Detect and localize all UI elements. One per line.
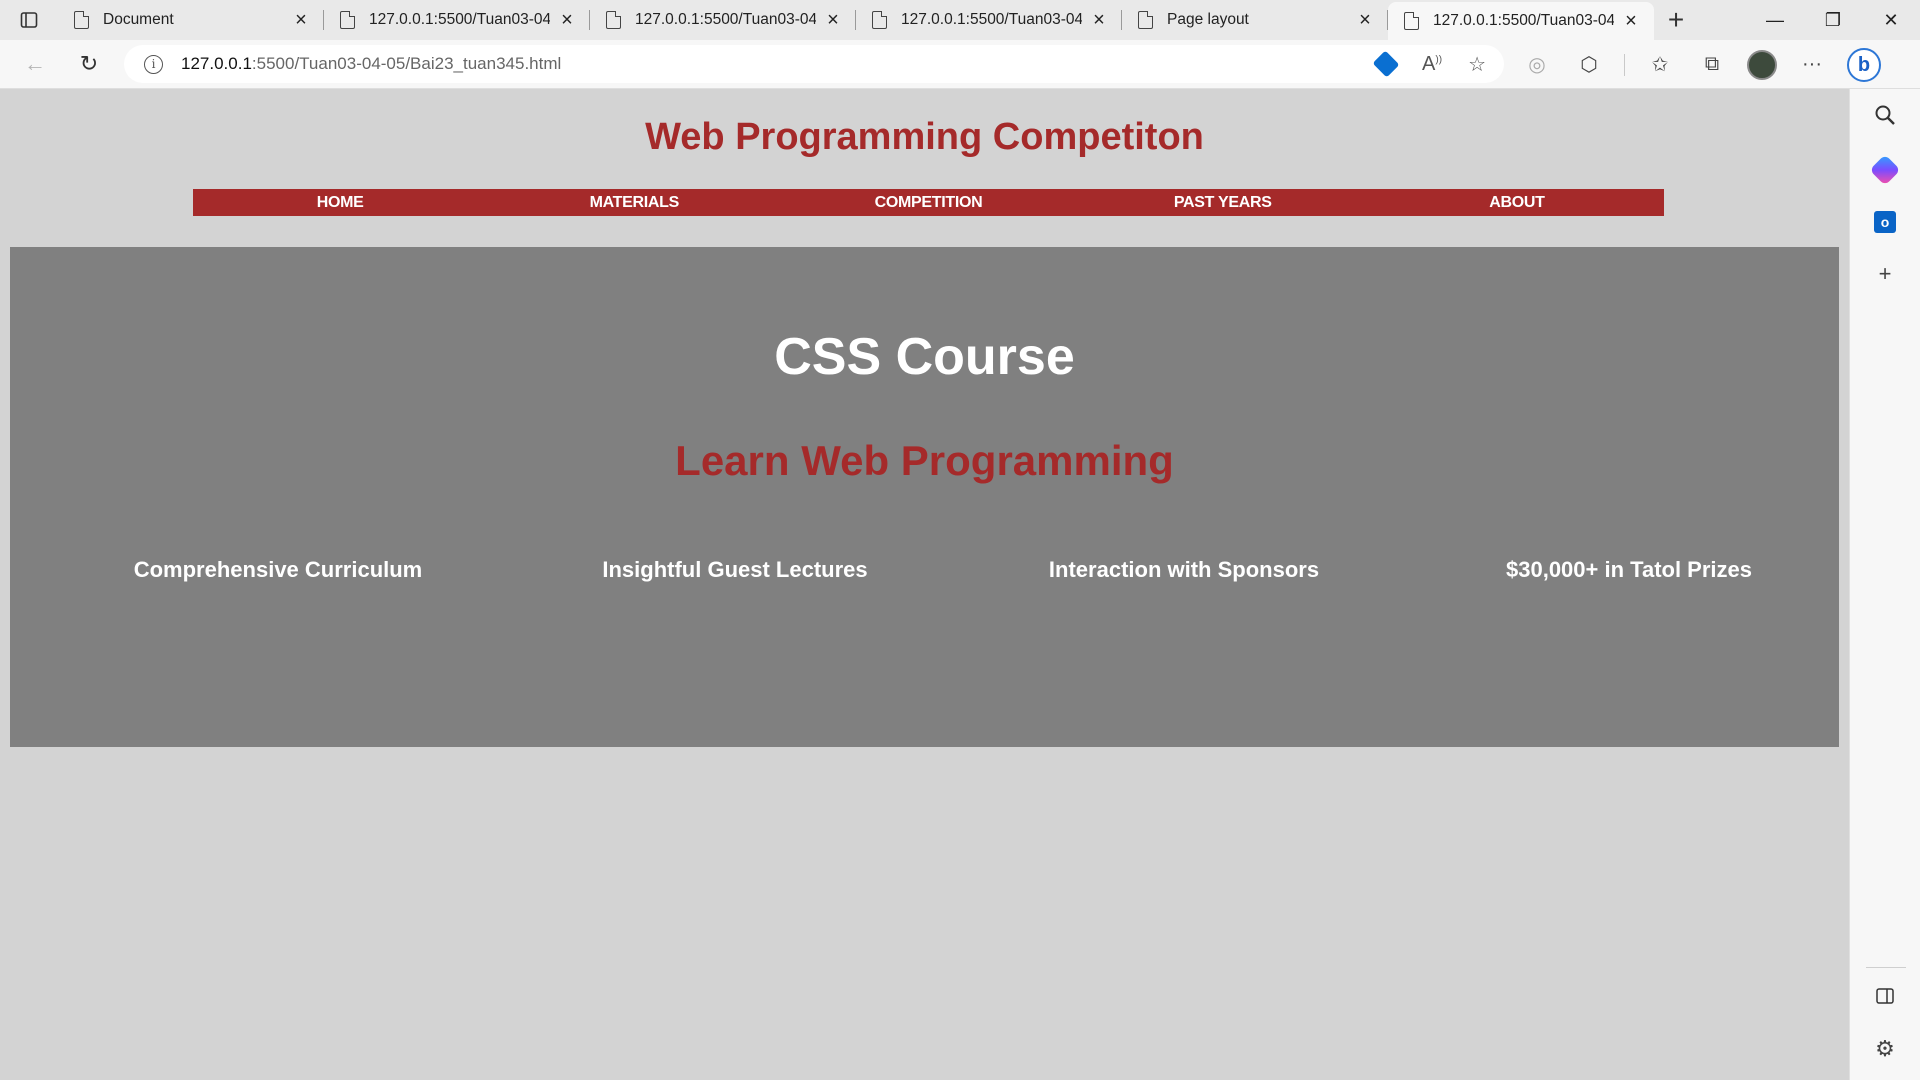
toolbar-separator [1624,53,1625,76]
toolbar-right: ◎ ⬡ ✩ ⧉ ··· b [1520,40,1881,89]
search-icon[interactable] [1870,104,1900,134]
browser-tab[interactable]: 127.0.0.1:5500/Tuan03-04-05 × [324,0,590,40]
browser-tab-active[interactable]: 127.0.0.1:5500/Tuan03-04-05 × [1388,2,1654,40]
address-bar[interactable]: i 127.0.0.1 :5500/Tuan03-04-05/Bai23_tua… [124,45,1504,83]
close-icon[interactable]: × [292,9,310,32]
tab-actions-button[interactable] [0,0,58,40]
close-icon[interactable]: × [1622,10,1640,33]
tab-title: 127.0.0.1:5500/Tuan03-04-05 [1433,12,1614,29]
window-controls: — ❐ ✕ [1746,0,1920,40]
info-icon[interactable]: i [144,54,163,74]
nav-item-home[interactable]: HOME [193,189,487,216]
feature-item: Comprehensive Curriculum [133,557,423,582]
page-viewport: Web Programming Competiton HOME MATERIAL… [0,89,1849,1080]
browser-tab[interactable]: Document × [58,0,324,40]
back-arrow-icon: ← [24,51,46,76]
sidebar-divider [1866,967,1906,968]
feature-item: Insightful Guest Lectures [602,557,868,582]
main-nav: HOME MATERIALS COMPETITION PAST YEARS AB… [193,189,1664,216]
hero-title: CSS Course [774,328,1075,386]
tab-strip: Document × 127.0.0.1:5500/Tuan03-04-05 ×… [0,0,1920,40]
browser-tab[interactable]: 127.0.0.1:5500/Tuan03-04-05 × [856,0,1122,40]
copilot-icon[interactable] [1869,154,1901,186]
settings-icon[interactable]: ⚙ [1870,1034,1900,1064]
url-host: 127.0.0.1 [181,54,252,73]
bing-copilot-icon[interactable]: b [1847,47,1881,82]
page-icon [340,11,355,29]
hero-subtitle: Learn Web Programming [675,437,1174,484]
new-tab-button[interactable]: + [1654,0,1698,40]
favorites-icon[interactable]: ✩ [1643,52,1677,77]
browser-essentials-icon[interactable]: ◎ [1520,52,1554,77]
page-icon [74,11,89,29]
sidebar-toggle-icon[interactable] [1870,982,1900,1012]
close-icon[interactable]: × [1356,9,1374,32]
close-icon[interactable]: × [1090,9,1108,32]
page-icon [1138,11,1153,29]
browser-tab[interactable]: 127.0.0.1:5500/Tuan03-04-05 × [590,0,856,40]
close-icon[interactable]: × [824,9,842,32]
add-favorite-icon[interactable]: ☆ [1468,52,1486,77]
refresh-button[interactable]: ↻ [66,44,112,84]
extensions-icon[interactable]: ⬡ [1572,52,1606,77]
address-bar-actions: A)) ☆ [1372,50,1504,78]
add-icon[interactable]: + [1870,259,1900,289]
browser-sidebar: o + ⚙ [1849,89,1920,1080]
tab-title: 127.0.0.1:5500/Tuan03-04-05 [635,11,816,28]
browser-toolbar: ← ↻ i 127.0.0.1 :5500/Tuan03-04-05/Bai23… [0,40,1920,89]
feature-item: $30,000+ in Tatol Prizes [1506,557,1752,582]
minimize-button[interactable]: — [1746,0,1804,40]
page-icon [872,11,887,29]
features-row: Comprehensive Curriculum Insightful Gues… [10,557,1839,597]
profile-avatar[interactable] [1747,49,1777,80]
nav-item-materials[interactable]: MATERIALS [487,189,781,216]
feature-item: Interaction with Sponsors [1048,557,1320,582]
tab-title: Document [103,11,174,28]
outlook-icon[interactable]: o [1870,207,1900,237]
nav-item-past-years[interactable]: PAST YEARS [1076,189,1370,216]
more-options-icon[interactable]: ··· [1795,53,1829,76]
read-aloud-icon[interactable]: A)) [1422,53,1442,76]
refresh-icon: ↻ [79,51,99,76]
tab-actions-icon [20,12,38,28]
page-title: Web Programming Competiton [645,116,1204,158]
page-icon [606,11,621,29]
close-icon[interactable]: × [558,9,576,32]
tab-title: 127.0.0.1:5500/Tuan03-04-05 [901,11,1082,28]
hero-section: CSS Course Learn Web Programming Compreh… [10,247,1839,747]
url-path: :5500/Tuan03-04-05/Bai23_tuan345.html [251,54,562,73]
shopping-tag-icon[interactable] [1372,50,1400,78]
tab-title: Page layout [1167,11,1249,28]
browser-tab[interactable]: Page layout × [1122,0,1388,40]
nav-item-competition[interactable]: COMPETITION [781,189,1075,216]
restore-button[interactable]: ❐ [1804,0,1862,40]
close-window-button[interactable]: ✕ [1862,0,1920,40]
collections-icon[interactable]: ⧉ [1695,53,1729,76]
nav-item-about[interactable]: ABOUT [1370,189,1664,216]
tab-title: 127.0.0.1:5500/Tuan03-04-05 [369,11,550,28]
page-icon [1404,12,1419,30]
back-button[interactable]: ← [12,44,58,84]
